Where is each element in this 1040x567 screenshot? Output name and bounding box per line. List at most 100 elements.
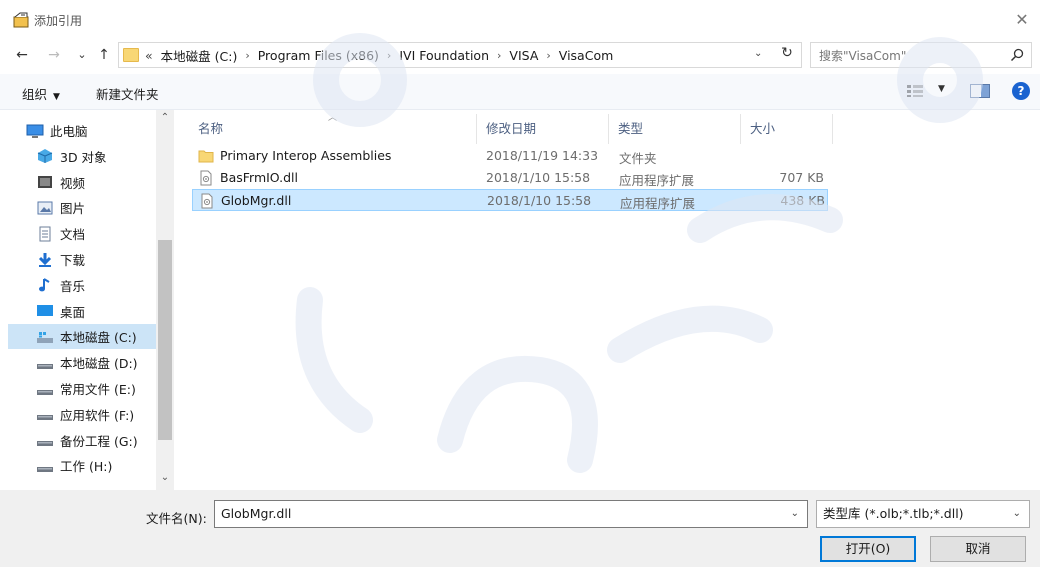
cancel-button[interactable]: 取消 — [930, 536, 1026, 562]
address-dropdown-icon[interactable]: ⌄ — [754, 48, 762, 59]
breadcrumb-separator[interactable]: › — [387, 49, 391, 62]
close-icon[interactable]: ✕ — [1012, 10, 1032, 30]
new-folder-button[interactable]: 新建文件夹 — [96, 84, 159, 103]
sidebar-item[interactable]: 常用文件 (E:) — [8, 376, 158, 401]
forward-button[interactable]: → — [44, 44, 64, 66]
download-icon — [36, 252, 54, 268]
folder-icon — [123, 48, 139, 62]
refresh-icon[interactable]: ↻ — [776, 42, 798, 64]
sidebar-item[interactable]: 文档 — [8, 221, 158, 246]
recent-locations-button[interactable]: ⌄ — [72, 44, 92, 66]
view-options-icon[interactable] — [906, 84, 924, 98]
column-header-modified[interactable]: 修改日期 — [486, 118, 536, 137]
sidebar-item[interactable]: 应用软件 (F:) — [8, 402, 158, 427]
breadcrumb-separator[interactable]: › — [546, 49, 550, 62]
sidebar-item[interactable]: 本地磁盘 (C:) — [8, 324, 158, 350]
file-row[interactable]: GlobMgr.dll 2018/1/10 15:58 应用程序扩展 438 KB — [192, 189, 828, 211]
search-input[interactable]: 搜索"VisaCom" — [810, 42, 1032, 68]
column-header-name[interactable]: 名称 — [198, 118, 223, 137]
command-toolbar: 组织 ▼ 新建文件夹 ▼ ? — [0, 74, 1040, 110]
file-modified: 2018/11/19 14:33 — [486, 148, 599, 163]
computer-icon — [26, 123, 44, 139]
sidebar-item[interactable]: 图片 — [8, 195, 158, 220]
column-header-type[interactable]: 类型 — [618, 118, 643, 137]
file-type: 应用程序扩展 — [620, 196, 696, 211]
window-title: 添加引用 — [34, 14, 83, 28]
breadcrumb-program-files[interactable]: Program Files (x86) — [258, 48, 379, 63]
breadcrumb-ivi-foundation[interactable]: IVI Foundation — [399, 48, 489, 63]
filename-label: 文件名(N): — [146, 511, 207, 526]
sidebar-item-label: 图片 — [60, 201, 86, 217]
sidebar-item[interactable]: 本地磁盘 (D:) — [8, 350, 158, 375]
column-divider[interactable] — [476, 114, 477, 144]
chevron-down-icon[interactable]: ⌄ — [1013, 501, 1021, 527]
title-bar: 添加引用 ✕ — [0, 0, 1040, 38]
search-placeholder: 搜索"VisaCom" — [819, 48, 907, 63]
sidebar-item[interactable]: 音乐 — [8, 273, 158, 298]
breadcrumb-visa[interactable]: VISA — [509, 48, 538, 63]
sidebar-item-label: 常用文件 (E:) — [60, 382, 136, 397]
drive-icon — [36, 381, 54, 397]
file-row[interactable]: BasFrmIO.dll 2018/1/10 15:58 应用程序扩展 707 KB — [192, 167, 828, 189]
file-name: Primary Interop Assemblies — [220, 148, 392, 163]
scroll-down-icon[interactable]: ⌄ — [156, 472, 174, 488]
organize-menu[interactable]: 组织 ▼ — [22, 84, 60, 103]
file-type: 应用程序扩展 — [619, 173, 695, 188]
sidebar-scrollbar[interactable]: ⌃ ⌄ — [156, 110, 174, 490]
sidebar-item[interactable]: 此电脑 — [8, 118, 158, 143]
desktop-icon — [36, 303, 54, 319]
column-header-size[interactable]: 大小 — [750, 118, 775, 137]
navigation-pane: 此电脑 3D 对象视频图片文档下载音乐桌面本地磁盘 (C:) 本地磁盘 (D:) 常用… — [0, 110, 176, 490]
open-button[interactable]: 打开(O) — [820, 536, 916, 562]
drive-icon — [36, 458, 54, 474]
sidebar-item[interactable]: 下载 — [8, 247, 158, 272]
sidebar-item[interactable]: 桌面 — [8, 299, 158, 324]
address-bar[interactable]: « 本地磁盘 (C:) › Program Files (x86) › IVI … — [118, 42, 802, 68]
system-drive-icon — [36, 329, 54, 345]
file-type-value: 类型库 (*.olb;*.tlb;*.dll) — [823, 506, 964, 521]
breadcrumb-separator[interactable]: › — [245, 49, 249, 62]
file-size: 438 KB — [780, 193, 825, 208]
preview-pane-icon[interactable] — [970, 84, 990, 98]
file-modified: 2018/1/10 15:58 — [486, 170, 591, 185]
up-button[interactable]: ↑ — [94, 44, 114, 66]
sidebar-item[interactable]: 视频 — [8, 170, 158, 195]
add-reference-icon — [13, 12, 29, 28]
breadcrumb-overflow[interactable]: « — [145, 48, 153, 63]
file-row[interactable]: Primary Interop Assemblies 2018/11/19 14:… — [192, 145, 828, 167]
view-options-dropdown-icon[interactable]: ▼ — [938, 84, 945, 94]
sidebar-item[interactable]: 备份工程 (G:) — [8, 428, 158, 453]
sidebar-item[interactable]: 3D 对象 — [8, 144, 158, 169]
breadcrumb-separator[interactable]: › — [497, 49, 501, 62]
caret-down-icon: ▼ — [53, 92, 60, 102]
file-type-filter[interactable]: 类型库 (*.olb;*.tlb;*.dll) ⌄ — [816, 500, 1030, 528]
dll-file-icon — [199, 193, 215, 209]
sidebar-item-label: 视频 — [60, 175, 86, 191]
file-name: BasFrmIO.dll — [220, 170, 298, 185]
organize-label: 组织 — [22, 87, 48, 102]
drive-icon — [36, 432, 54, 448]
scroll-up-icon[interactable]: ⌃ — [156, 112, 174, 128]
back-button[interactable]: ← — [12, 44, 32, 66]
3d-objects-icon — [36, 148, 54, 164]
chevron-down-icon[interactable]: ⌄ — [791, 501, 799, 527]
search-icon[interactable] — [1009, 47, 1025, 63]
address-row: ← → ⌄ ↑ « 本地磁盘 (C:) › Program Files (x86… — [0, 40, 1040, 70]
sidebar-item-label: 工作 (H:) — [60, 459, 113, 475]
breadcrumb-visacom[interactable]: VisaCom — [559, 48, 613, 63]
breadcrumb-c-drive[interactable]: 本地磁盘 (C:) — [161, 46, 238, 65]
sidebar-item-label: 本地磁盘 (C:) — [60, 330, 137, 346]
file-size: 707 KB — [779, 170, 824, 185]
sidebar-item-label: 音乐 — [60, 278, 86, 294]
sidebar-item-label: 文档 — [60, 227, 86, 243]
scroll-thumb[interactable] — [158, 240, 172, 440]
filename-field[interactable]: GlobMgr.dll ⌄ — [214, 500, 808, 528]
video-icon — [36, 174, 54, 190]
file-name: GlobMgr.dll — [221, 193, 292, 208]
column-divider[interactable] — [832, 114, 833, 144]
column-divider[interactable] — [740, 114, 741, 144]
column-divider[interactable] — [608, 114, 609, 144]
sidebar-item[interactable]: 工作 (H:) — [8, 453, 158, 478]
sidebar-item-label: 本地磁盘 (D:) — [60, 356, 138, 372]
help-icon[interactable]: ? — [1012, 82, 1030, 100]
